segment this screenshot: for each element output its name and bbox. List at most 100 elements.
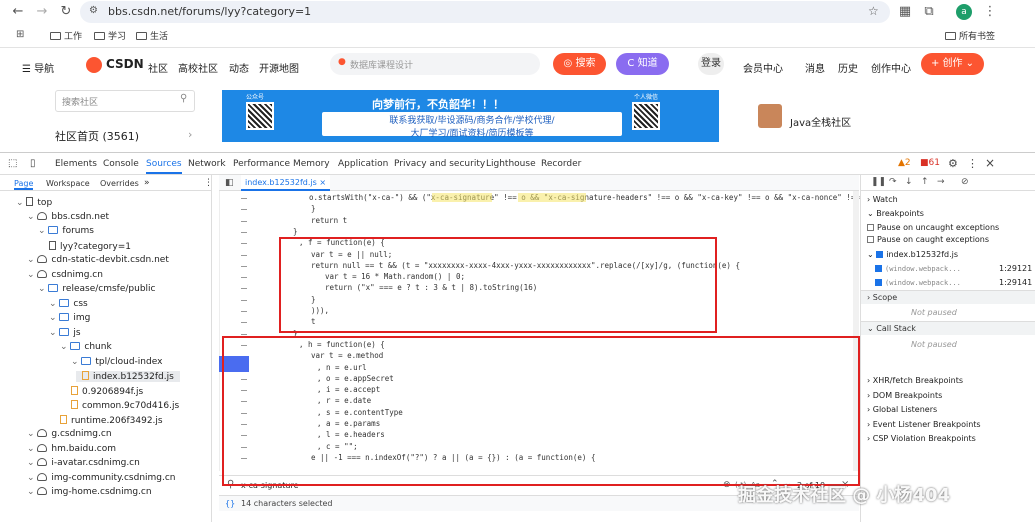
tree-item[interactable]: ⌄ chunk xyxy=(60,342,112,352)
step-out-icon[interactable]: ↑ xyxy=(921,177,929,187)
tree-item[interactable]: ⌄ img xyxy=(49,313,90,323)
expand-arrow-icon[interactable]: ⌄ xyxy=(27,458,37,468)
address-bar[interactable]: ⚙ bbs.csdn.net/forums/lyy?category=1 ☆ xyxy=(80,1,890,23)
login-button[interactable]: 登录 xyxy=(698,53,724,75)
search-button[interactable]: ◎ 搜索 xyxy=(553,53,606,75)
tab-page[interactable]: Page xyxy=(14,179,34,190)
back-icon[interactable]: ← xyxy=(10,4,26,20)
tab-overrides[interactable]: Overrides xyxy=(100,179,139,188)
more-tabs-icon[interactable]: » xyxy=(144,178,150,188)
apps-icon[interactable]: ⊞ xyxy=(16,29,24,40)
all-bookmarks[interactable]: 所有书签 xyxy=(945,29,995,42)
search-icon[interactable]: ⚲ xyxy=(180,93,187,104)
tree-item[interactable]: ⌄ release/cmsfe/public xyxy=(38,284,155,294)
community-home-link[interactable]: 社区首页 (3561) xyxy=(55,128,139,144)
community-search-input[interactable]: 搜索社区 ⚲ xyxy=(55,90,195,112)
nav-history[interactable]: 历史 xyxy=(838,60,858,75)
line-gutter-mark[interactable] xyxy=(241,311,247,312)
line-gutter-mark[interactable] xyxy=(241,220,247,222)
tree-item[interactable]: ⌄ cdn-static-devbit.csdn.net xyxy=(27,255,169,265)
reload-icon[interactable]: ↻ xyxy=(58,4,74,20)
inspect-icon[interactable]: ⬚ xyxy=(8,158,17,169)
expand-arrow-icon[interactable]: ⌄ xyxy=(16,198,26,208)
nav-vip[interactable]: 会员中心 xyxy=(743,60,783,75)
pause-icon[interactable]: ❚❚ xyxy=(871,177,886,187)
watch-section[interactable]: › Watch xyxy=(867,195,898,204)
line-gutter-mark[interactable] xyxy=(241,254,247,256)
breakpoints-section[interactable]: ⌄ Breakpoints xyxy=(867,209,924,218)
nav-community[interactable]: 社区 xyxy=(148,60,168,75)
devtools-tab-performance[interactable]: Performance xyxy=(233,159,290,169)
tree-item[interactable]: ⌄ js xyxy=(49,327,81,338)
tree-item[interactable]: runtime.206f3492.js xyxy=(60,414,163,426)
section-dom-breakpoints[interactable]: › DOM Breakpoints xyxy=(867,391,942,400)
tree-item[interactable]: index.b12532fd.js xyxy=(76,371,180,382)
errors-badge[interactable]: ■61 xyxy=(920,158,940,168)
tree-item[interactable]: ⌄ tpl/cloud-index xyxy=(71,356,162,367)
zhidao-button[interactable]: C 知道 xyxy=(616,53,669,75)
nav-menu[interactable]: ☰ 导航 xyxy=(22,60,54,75)
section-xhr-fetch-breakpoints[interactable]: › XHR/fetch Breakpoints xyxy=(867,376,963,385)
bookmark-life[interactable]: 生活 xyxy=(136,29,168,42)
line-gutter-mark[interactable] xyxy=(241,198,247,199)
breakpoint-1[interactable]: (window.webpack... xyxy=(875,264,961,273)
line-gutter-mark[interactable] xyxy=(241,333,247,335)
csdn-logo[interactable]: CSDN xyxy=(106,57,144,71)
tree-item[interactable]: ⌄ bbs.csdn.net xyxy=(27,211,109,222)
step-icon[interactable]: → xyxy=(937,177,945,187)
tree-item[interactable]: ⌄ csdnimg.cn xyxy=(27,269,103,280)
nav-opensource-map[interactable]: 开源地图 xyxy=(259,60,299,75)
breakpoint-2[interactable]: (window.webpack... xyxy=(875,278,961,287)
menu-dots-icon[interactable]: ⋮ xyxy=(982,4,998,20)
navigator-menu-icon[interactable]: ⋮ xyxy=(204,178,213,188)
create-button[interactable]: + 创作 ⌄ xyxy=(921,53,984,75)
bookmark-study[interactable]: 学习 xyxy=(94,29,126,42)
tree-item[interactable]: ⌄ hm.baidu.com xyxy=(27,443,116,454)
warnings-badge[interactable]: ▲2 xyxy=(898,158,911,168)
line-gutter-mark[interactable] xyxy=(241,277,247,279)
expand-arrow-icon[interactable]: ⌄ xyxy=(27,212,37,222)
nav-messages[interactable]: 消息 xyxy=(805,60,825,75)
devtools-tab-memory[interactable]: Memory xyxy=(293,159,330,169)
device-toolbar-icon[interactable]: ▯ xyxy=(30,158,36,169)
bookmark-work[interactable]: 工作 xyxy=(50,29,82,42)
expand-arrow-icon[interactable]: ⌄ xyxy=(27,487,37,497)
line-gutter-mark[interactable] xyxy=(241,288,247,290)
pretty-print-icon[interactable]: {} xyxy=(225,499,235,508)
expand-arrow-icon[interactable]: ⌄ xyxy=(49,299,59,309)
step-into-icon[interactable]: ↓ xyxy=(905,177,913,187)
expand-arrow-icon[interactable]: ⌄ xyxy=(71,357,81,367)
expand-arrow-icon[interactable]: ⌄ xyxy=(27,270,37,280)
devtools-tab-elements[interactable]: Elements xyxy=(55,159,97,169)
expand-arrow-icon[interactable]: ⌄ xyxy=(27,473,37,483)
line-gutter-mark[interactable] xyxy=(241,209,247,211)
site-search-input[interactable]: ● 数据库课程设计 xyxy=(330,53,540,75)
nav-creator-center[interactable]: 创作中心 xyxy=(871,60,911,75)
nav-dynamic[interactable]: 动态 xyxy=(229,60,249,75)
extension-icon[interactable]: ▦ xyxy=(897,4,913,20)
avatar[interactable]: a xyxy=(956,4,972,20)
close-devtools-icon[interactable]: × xyxy=(985,156,995,170)
step-over-icon[interactable]: ↷ xyxy=(889,177,897,187)
breakpoint-file[interactable]: ⌄ index.b12532fd.js xyxy=(867,250,958,259)
call-stack-section[interactable]: ⌄ Call Stack xyxy=(861,321,1035,335)
file-tab[interactable]: index.b12532fd.js × xyxy=(241,175,331,191)
tree-item[interactable]: ⌄ i-avatar.csdnimg.cn xyxy=(27,458,140,468)
tree-item[interactable]: common.9c70d416.js xyxy=(71,400,179,411)
community-avatar[interactable] xyxy=(758,104,782,128)
expand-arrow-icon[interactable]: ⌄ xyxy=(27,255,37,265)
tree-item[interactable]: ⌄ g.csdnimg.cn xyxy=(27,429,112,439)
banner-ad[interactable]: 公众号 向梦前行，不负韶华！！！ 联系我获取/毕设源码/商务合作/学校代理/ 大… xyxy=(222,90,719,142)
expand-arrow-icon[interactable]: ⌄ xyxy=(27,444,37,454)
community-name[interactable]: Java全栈社区 xyxy=(790,114,851,129)
devtools-tab-network[interactable]: Network xyxy=(188,159,226,169)
forward-icon[interactable]: → xyxy=(34,4,50,20)
devtools-tab-sources[interactable]: Sources xyxy=(146,159,182,174)
settings-gear-icon[interactable]: ⚙ xyxy=(948,157,958,170)
bookmark-star-icon[interactable]: ☆ xyxy=(868,4,879,18)
section-global-listeners[interactable]: › Global Listeners xyxy=(867,405,937,414)
nav-campus[interactable]: 高校社区 xyxy=(178,60,218,75)
tree-item[interactable]: lyy?category=1 xyxy=(49,240,131,252)
tree-item[interactable]: ⌄ img-home.csdnimg.cn xyxy=(27,487,152,497)
tree-item[interactable]: 0.9206894f.js xyxy=(71,385,143,397)
